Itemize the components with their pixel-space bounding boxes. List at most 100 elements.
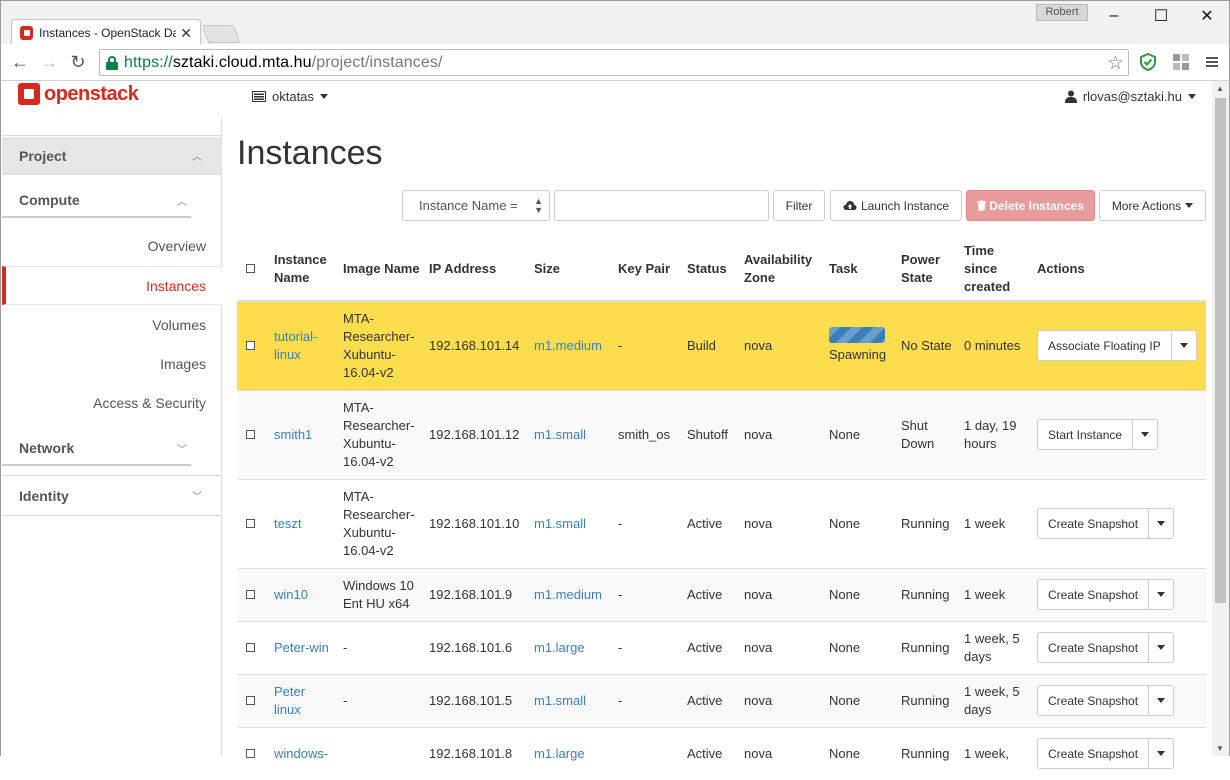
row-action-button[interactable]: Create Snapshot bbox=[1037, 685, 1150, 716]
row-action-dropdown-toggle[interactable] bbox=[1149, 738, 1175, 770]
project-selector[interactable]: oktatas bbox=[252, 89, 328, 104]
instance-name-link-text[interactable]: Peter-win bbox=[274, 640, 329, 655]
row-checkbox[interactable] bbox=[237, 300, 270, 390]
row-checkbox[interactable] bbox=[237, 620, 270, 674]
flavor-size-link[interactable]: m1.small bbox=[530, 478, 614, 568]
power-state-text: Shut Down bbox=[901, 417, 935, 451]
instance-name-link[interactable]: tutorial-linux bbox=[270, 300, 339, 390]
flavor-size-link[interactable]: m1.large bbox=[530, 620, 614, 674]
flavor-size-link-text[interactable]: m1.small bbox=[534, 427, 586, 442]
sidebar-item-volumes[interactable]: Volumes bbox=[2, 306, 222, 345]
availability-zone: nova bbox=[740, 673, 825, 727]
back-icon[interactable]: ← bbox=[9, 51, 31, 73]
instance-name-link[interactable]: teszt bbox=[270, 478, 339, 568]
menu-icon[interactable] bbox=[1202, 52, 1222, 72]
chevron-down-icon bbox=[1185, 203, 1194, 208]
row-checkbox[interactable] bbox=[237, 673, 270, 727]
sidebar-item-images[interactable]: Images bbox=[2, 345, 222, 384]
flavor-size-link-text[interactable]: m1.medium bbox=[534, 338, 602, 353]
instance-name-link-text[interactable]: win10 bbox=[274, 587, 308, 602]
column-header[interactable]: Status bbox=[683, 238, 740, 302]
instance-name-link-text[interactable]: Peter linux bbox=[274, 684, 305, 717]
flavor-size-link-text[interactable]: m1.large bbox=[534, 640, 585, 655]
row-action-dropdown-toggle[interactable] bbox=[1149, 685, 1175, 716]
row-action-button[interactable]: Create Snapshot bbox=[1037, 738, 1150, 770]
page-scrollbar[interactable]: ▲ ▼ bbox=[1212, 81, 1230, 756]
sidebar-section-compute[interactable]: Compute ︿ bbox=[2, 184, 191, 218]
reload-icon[interactable]: ↻ bbox=[67, 51, 89, 73]
maximize-icon[interactable]: ☐ bbox=[1138, 1, 1184, 31]
sidebar-section-project[interactable]: Project ︿ bbox=[2, 137, 222, 175]
instance-name-link-text[interactable]: teszt bbox=[274, 516, 301, 531]
sidebar-item-access-security[interactable]: Access & Security bbox=[2, 384, 222, 423]
scroll-thumb[interactable] bbox=[1215, 98, 1226, 603]
column-header[interactable]: Instance Name bbox=[270, 238, 339, 302]
column-header[interactable]: Key Pair bbox=[614, 238, 683, 302]
column-header[interactable]: Task bbox=[825, 238, 897, 302]
forward-icon[interactable]: → bbox=[38, 51, 60, 73]
close-window-icon[interactable]: ✕ bbox=[1184, 1, 1230, 31]
row-action-dropdown-toggle[interactable] bbox=[1149, 632, 1175, 663]
bookmark-star-icon[interactable]: ☆ bbox=[1107, 52, 1124, 75]
column-header[interactable]: Power State bbox=[897, 238, 960, 302]
flavor-size-link-text[interactable]: m1.small bbox=[534, 516, 586, 531]
row-action-button[interactable]: Associate Floating IP bbox=[1037, 330, 1172, 362]
column-header[interactable]: Image Name bbox=[339, 238, 425, 302]
extension-icon[interactable] bbox=[1171, 52, 1191, 72]
row-checkbox[interactable] bbox=[237, 726, 270, 780]
scroll-up-icon[interactable]: ▲ bbox=[1216, 84, 1224, 93]
flavor-size-link-text[interactable]: m1.medium bbox=[534, 587, 602, 602]
row-action-button[interactable]: Start Instance bbox=[1037, 419, 1134, 450]
scroll-down-icon[interactable]: ▼ bbox=[1216, 744, 1224, 753]
flavor-size-link-text[interactable]: m1.small bbox=[534, 693, 586, 708]
user-menu[interactable]: rlovas@sztaki.hu bbox=[1064, 89, 1196, 104]
sidebar-section-identity[interactable]: Identity ﹀ bbox=[2, 476, 222, 516]
instance-name-link-text[interactable]: tutorial-linux bbox=[274, 329, 317, 362]
column-header[interactable]: Availability Zone bbox=[740, 238, 825, 302]
instance-name-link-text[interactable]: windows- bbox=[274, 746, 328, 761]
launch-instance-button[interactable]: Launch Instance bbox=[830, 190, 962, 221]
row-action-dropdown-toggle[interactable] bbox=[1133, 419, 1159, 450]
flavor-size-link-text[interactable]: m1.large bbox=[534, 746, 585, 761]
row-action-dropdown-toggle[interactable] bbox=[1149, 579, 1175, 610]
address-bar[interactable]: https://sztaki.cloud.mta.hu/project/inst… bbox=[99, 49, 1129, 76]
minimize-icon[interactable]: – bbox=[1091, 1, 1137, 31]
filter-input[interactable] bbox=[554, 190, 769, 221]
instance-name-link[interactable]: windows- bbox=[270, 726, 339, 780]
sidebar-section-network[interactable]: Network ﹀ bbox=[2, 432, 191, 466]
column-header[interactable]: Size bbox=[530, 238, 614, 302]
browser-tab[interactable]: Instances - OpenStack Da ✕ bbox=[11, 19, 201, 46]
flavor-size-link[interactable]: m1.small bbox=[530, 389, 614, 479]
flavor-size-link[interactable]: m1.small bbox=[530, 673, 614, 727]
row-checkbox[interactable] bbox=[237, 478, 270, 568]
filter-button[interactable]: Filter bbox=[773, 190, 825, 221]
row-action-button[interactable]: Create Snapshot bbox=[1037, 508, 1150, 539]
openstack-logo[interactable]: openstack bbox=[18, 81, 139, 107]
more-actions-button[interactable]: More Actions bbox=[1099, 190, 1206, 221]
row-checkbox[interactable] bbox=[237, 567, 270, 621]
row-action-dropdown-toggle[interactable] bbox=[1171, 330, 1197, 362]
select-all-checkbox[interactable] bbox=[237, 238, 270, 302]
row-action-button[interactable]: Create Snapshot bbox=[1037, 632, 1150, 663]
row-checkbox[interactable] bbox=[237, 389, 270, 479]
flavor-size-link[interactable]: m1.medium bbox=[530, 300, 614, 390]
row-action-dropdown-toggle[interactable] bbox=[1149, 508, 1175, 539]
browser-user-badge[interactable]: Robert bbox=[1036, 4, 1088, 21]
sidebar-item-instances[interactable]: Instances bbox=[2, 266, 222, 305]
instance-name-link[interactable]: win10 bbox=[270, 567, 339, 621]
column-header[interactable]: IP Address bbox=[425, 238, 530, 302]
instance-name-link[interactable]: smith1 bbox=[270, 389, 339, 479]
close-tab-icon[interactable]: ✕ bbox=[180, 25, 192, 42]
shield-extension-icon[interactable] bbox=[1138, 52, 1158, 72]
delete-instances-button[interactable]: Delete Instances bbox=[966, 190, 1095, 221]
flavor-size-link[interactable]: m1.medium bbox=[530, 567, 614, 621]
filter-field-select[interactable]: Instance Name = ▲ ▼ bbox=[402, 190, 550, 221]
instance-name-link-text[interactable]: smith1 bbox=[274, 427, 312, 442]
sidebar-item-overview[interactable]: Overview bbox=[2, 227, 222, 266]
instance-name-link[interactable]: Peter-win bbox=[270, 620, 339, 674]
new-tab-button[interactable] bbox=[201, 25, 241, 43]
flavor-size-link[interactable]: m1.large bbox=[530, 726, 614, 780]
row-action-button[interactable]: Create Snapshot bbox=[1037, 579, 1150, 610]
column-header[interactable]: Time since created bbox=[960, 238, 1033, 302]
instance-name-link[interactable]: Peter linux bbox=[270, 673, 339, 727]
